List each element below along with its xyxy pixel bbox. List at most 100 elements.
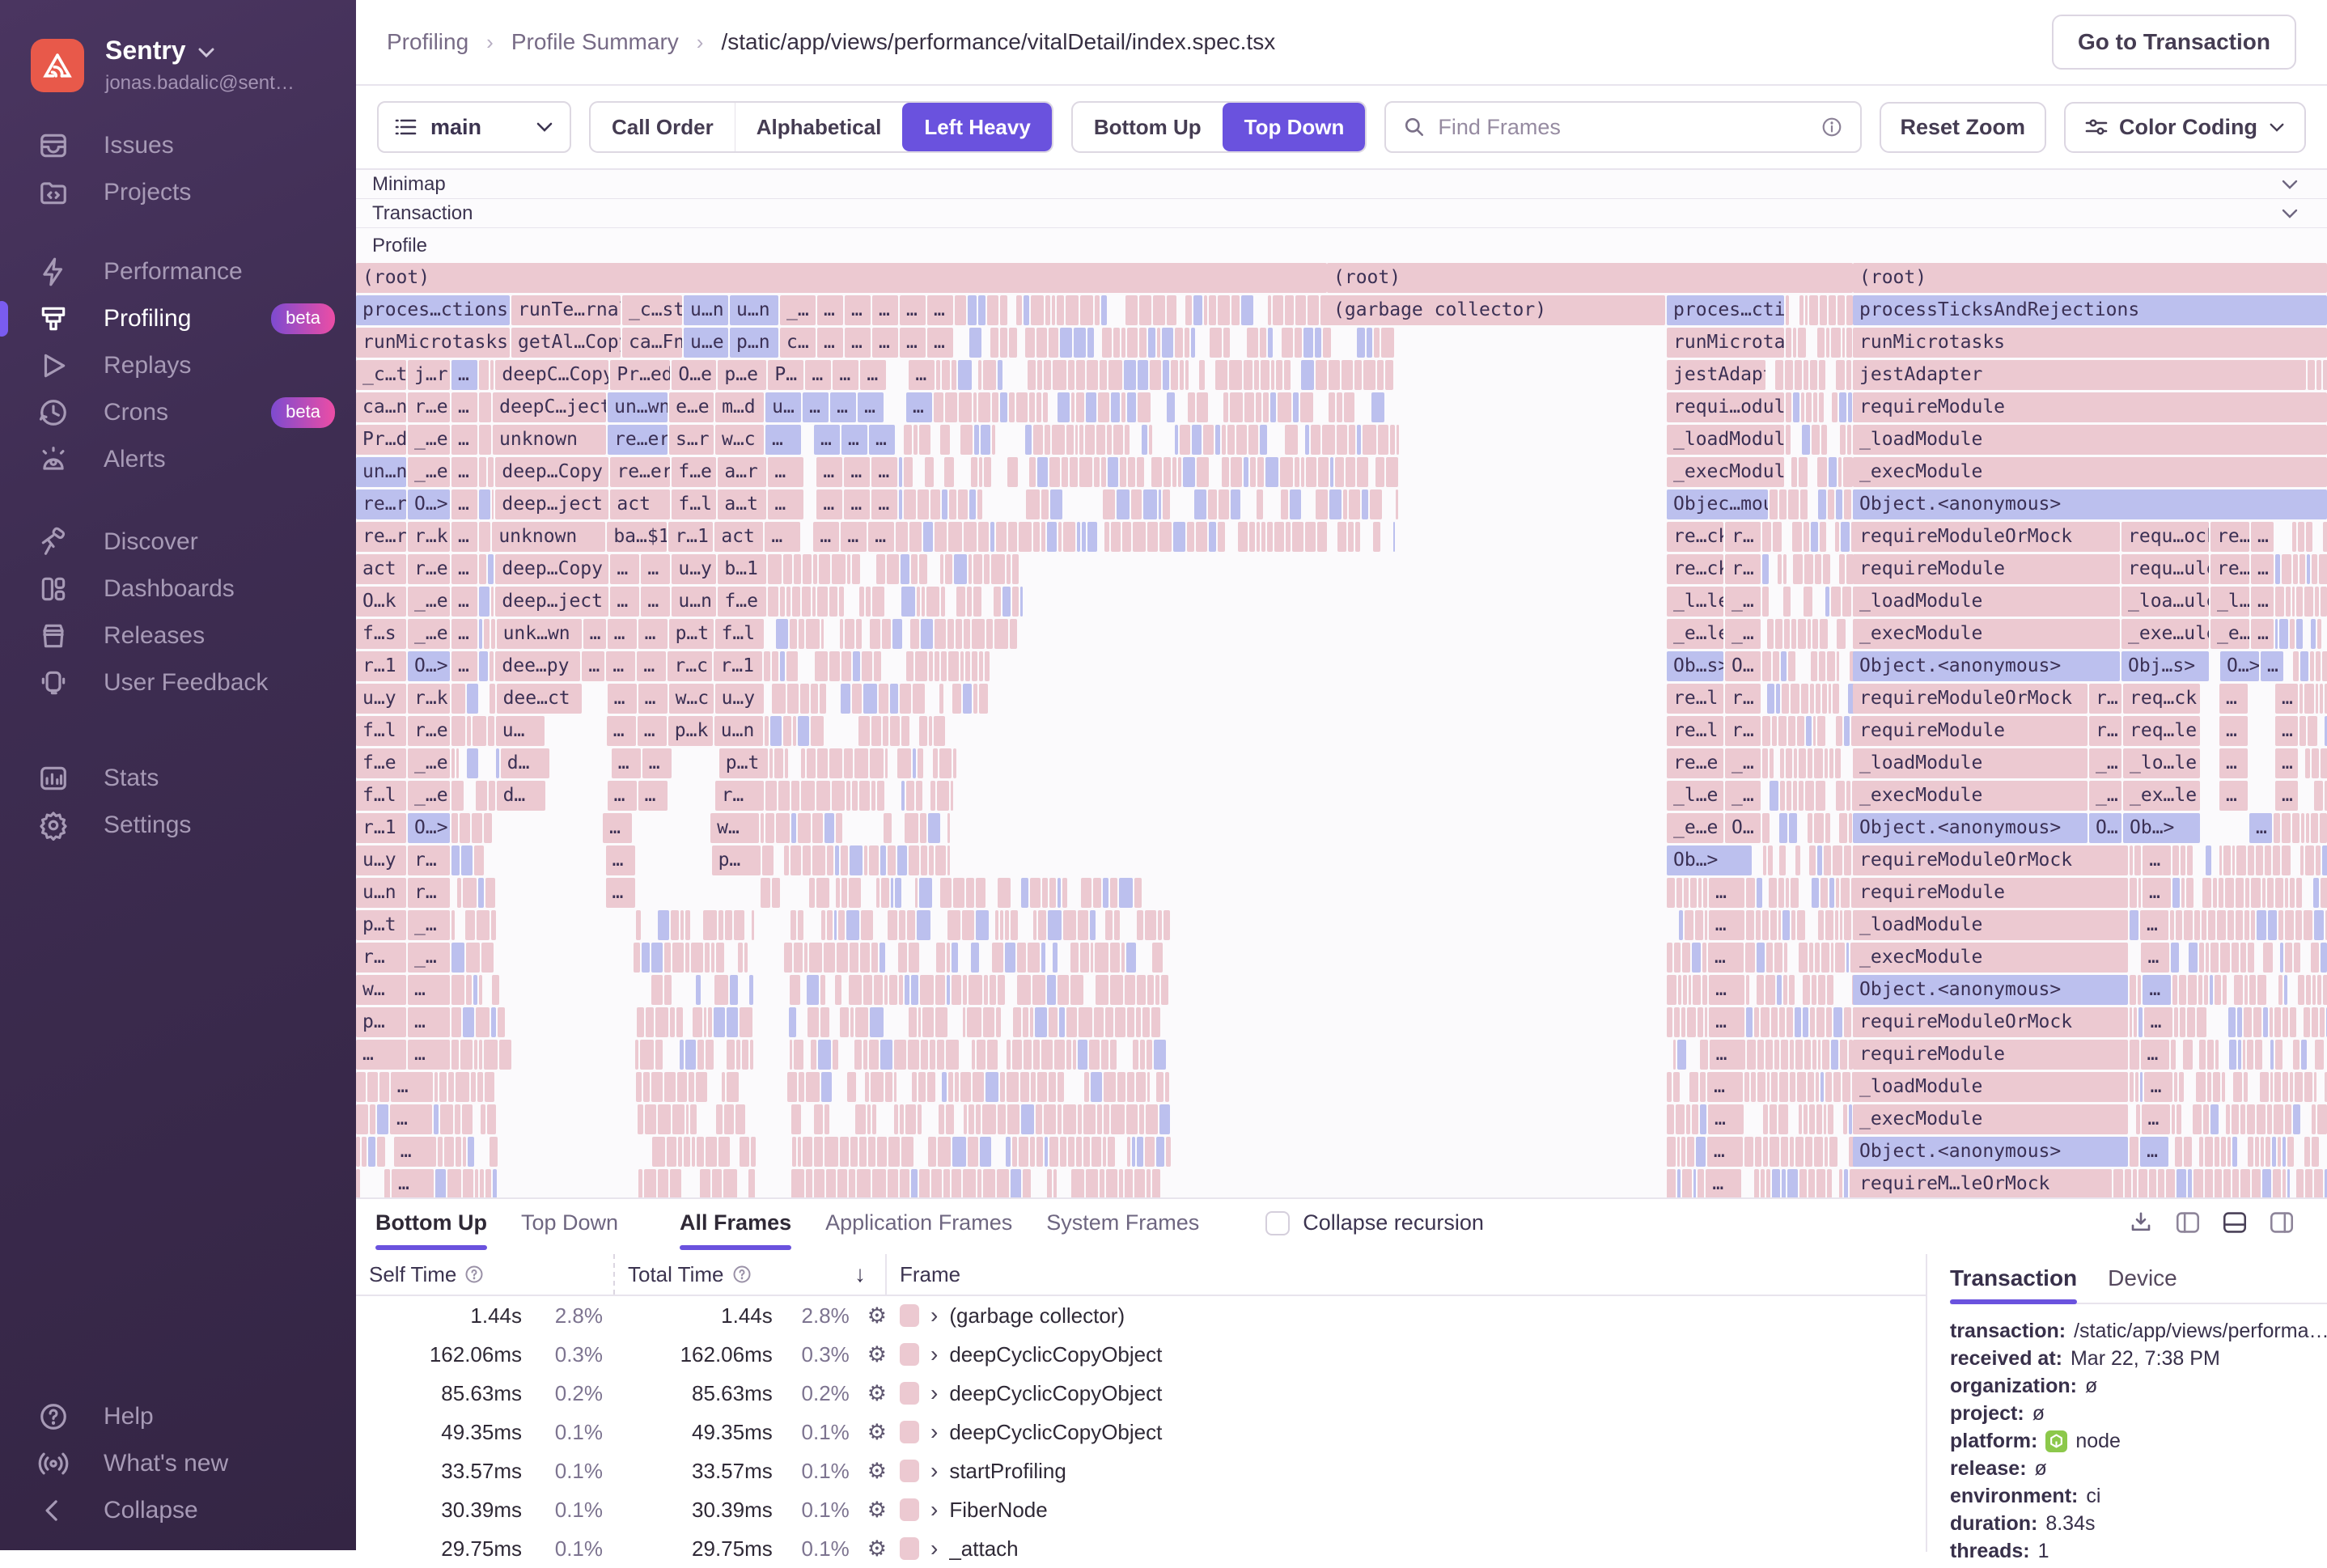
flame-frame-fragment[interactable] (820, 975, 825, 1005)
flame-frame-fragment[interactable] (967, 295, 977, 325)
flame-frame-fragment[interactable] (888, 1137, 901, 1167)
flame-frame-fragment[interactable] (451, 716, 466, 746)
flame-frame[interactable]: … (805, 360, 832, 390)
flame-frame-fragment[interactable] (727, 1040, 735, 1070)
flame-frame-fragment[interactable] (1807, 619, 1811, 649)
flame-frame[interactable]: … (803, 392, 829, 422)
flame-frame-fragment[interactable] (1282, 328, 1293, 358)
flame-frame-fragment[interactable] (1134, 1169, 1145, 1197)
flame-frame-fragment[interactable] (836, 878, 841, 908)
flame-frame-fragment[interactable] (977, 1169, 982, 1197)
flame-frame[interactable]: _l…e (1667, 781, 1723, 811)
flame-frame-fragment[interactable] (846, 1072, 856, 1102)
flame-frame-fragment[interactable] (1766, 1169, 1770, 1197)
flame-frame-fragment[interactable] (2300, 1040, 2308, 1070)
flame-frame-fragment[interactable] (723, 1169, 738, 1197)
flame-frame-fragment[interactable] (874, 975, 884, 1005)
flame-frame[interactable]: un…wn (608, 392, 668, 422)
flame-frame-fragment[interactable] (1667, 878, 1676, 908)
flame-frame-fragment[interactable] (964, 651, 971, 681)
flame-frame-fragment[interactable] (871, 943, 878, 973)
flame-frame-fragment[interactable] (930, 781, 935, 811)
flame-frame-fragment[interactable] (2172, 975, 2178, 1005)
flame-frame-fragment[interactable] (1158, 489, 1162, 519)
flame-frame-fragment[interactable] (2247, 845, 2254, 875)
flame-frame-fragment[interactable] (1846, 781, 1851, 811)
flame-frame[interactable]: … (899, 328, 926, 358)
flame-frame-fragment[interactable] (898, 975, 904, 1005)
flame-frame-fragment[interactable] (960, 1072, 971, 1102)
flame-frame-fragment[interactable] (1149, 360, 1162, 390)
flame-frame-fragment[interactable] (973, 554, 983, 584)
flame-frame-fragment[interactable] (2320, 1007, 2325, 1037)
flame-frame-fragment[interactable] (2232, 845, 2236, 875)
flame-frame[interactable]: … (2274, 781, 2298, 811)
flame-frame-fragment[interactable] (1809, 295, 1818, 325)
flame-frame-fragment[interactable] (1015, 392, 1028, 422)
flame-frame[interactable]: requireModule (1853, 878, 2128, 908)
flame-frame-fragment[interactable] (1007, 522, 1018, 552)
flame-frame-fragment[interactable] (1838, 813, 1848, 843)
flame-frame-fragment[interactable] (460, 1040, 473, 1070)
flame-frame[interactable]: p… (356, 1007, 406, 1037)
flame-frame-fragment[interactable] (2188, 975, 2198, 1005)
flame-frame-fragment[interactable] (1219, 489, 1230, 519)
flame-frame-fragment[interactable] (467, 684, 478, 714)
flame-frame-fragment[interactable] (1256, 522, 1260, 552)
flame-frame-fragment[interactable] (1207, 489, 1218, 519)
flame-frame-fragment[interactable] (2236, 845, 2246, 875)
flame-frame-fragment[interactable] (1781, 1137, 1788, 1167)
flame-frame[interactable]: Object.<anonymous> (1853, 813, 2088, 843)
flame-frame[interactable]: … (909, 360, 935, 390)
flame-frame-fragment[interactable] (1215, 425, 1221, 455)
flame-frame-fragment[interactable] (1846, 943, 1850, 973)
flame-frame-fragment[interactable] (1846, 425, 1851, 455)
flame-frame[interactable]: … (637, 716, 667, 746)
flame-frame-fragment[interactable] (1173, 522, 1185, 552)
flame-frame-fragment[interactable] (1147, 522, 1158, 552)
flame-frame[interactable]: r… (714, 781, 764, 811)
flame-frame-fragment[interactable] (859, 781, 870, 811)
flame-frame-fragment[interactable] (1757, 943, 1765, 973)
flame-frame-fragment[interactable] (1036, 1104, 1042, 1134)
flame-frame-fragment[interactable] (792, 587, 801, 617)
flame-frame-fragment[interactable] (1103, 1104, 1109, 1134)
flame-frame-fragment[interactable] (443, 1137, 454, 1167)
flame-frame[interactable]: r…e (408, 392, 450, 422)
flame-frame[interactable]: requ…ule (2121, 554, 2209, 584)
flame-frame[interactable]: u…n (356, 878, 406, 908)
flame-frame-fragment[interactable] (1746, 878, 1756, 908)
flame-frame-fragment[interactable] (1816, 1104, 1822, 1134)
flame-frame[interactable]: … (2143, 1072, 2172, 1102)
flame-frame-fragment[interactable] (473, 975, 477, 1005)
layout-left-panel-icon[interactable] (2175, 1211, 2201, 1234)
flame-frame[interactable]: requ…ock (2121, 522, 2209, 552)
flame-frame-fragment[interactable] (1311, 425, 1321, 455)
flame-frame-fragment[interactable] (1032, 910, 1036, 940)
flame-frame[interactable]: … (2143, 1007, 2172, 1037)
table-row[interactable]: 33.57ms 0.1% 33.57ms 0.1% ⚙ › startProfiling (356, 1451, 1926, 1490)
flame-frame-fragment[interactable] (2193, 1104, 2202, 1134)
flame-frame[interactable]: … (451, 489, 477, 519)
flame-frame-fragment[interactable] (1762, 845, 1766, 875)
flame-frame-fragment[interactable] (860, 910, 873, 940)
flame-frame-fragment[interactable] (471, 813, 483, 843)
flame-frame[interactable]: … (1708, 910, 1744, 940)
flame-frame-fragment[interactable] (2299, 651, 2308, 681)
flame-frame[interactable]: Object.<anonymous> (1853, 1137, 2128, 1167)
flame-frame-fragment[interactable] (1778, 554, 1782, 584)
flame-frame-fragment[interactable] (937, 1040, 944, 1070)
flame-frame-fragment[interactable] (1792, 328, 1796, 358)
flame-frame-fragment[interactable] (1816, 684, 1821, 714)
flame-frame-fragment[interactable] (1087, 328, 1094, 358)
flame-frame[interactable]: … (871, 295, 898, 325)
flame-frame-fragment[interactable] (710, 943, 714, 973)
flame-frame[interactable]: … (2140, 1040, 2169, 1070)
flame-frame-fragment[interactable] (976, 1040, 985, 1070)
flame-frame-fragment[interactable] (1688, 975, 1692, 1005)
flame-frame-fragment[interactable] (1769, 1104, 1778, 1134)
flame-frame-fragment[interactable] (1807, 813, 1812, 843)
flame-frame-fragment[interactable] (2171, 1104, 2175, 1134)
flame-frame-fragment[interactable] (947, 813, 950, 843)
flame-frame-fragment[interactable] (1805, 392, 1812, 422)
